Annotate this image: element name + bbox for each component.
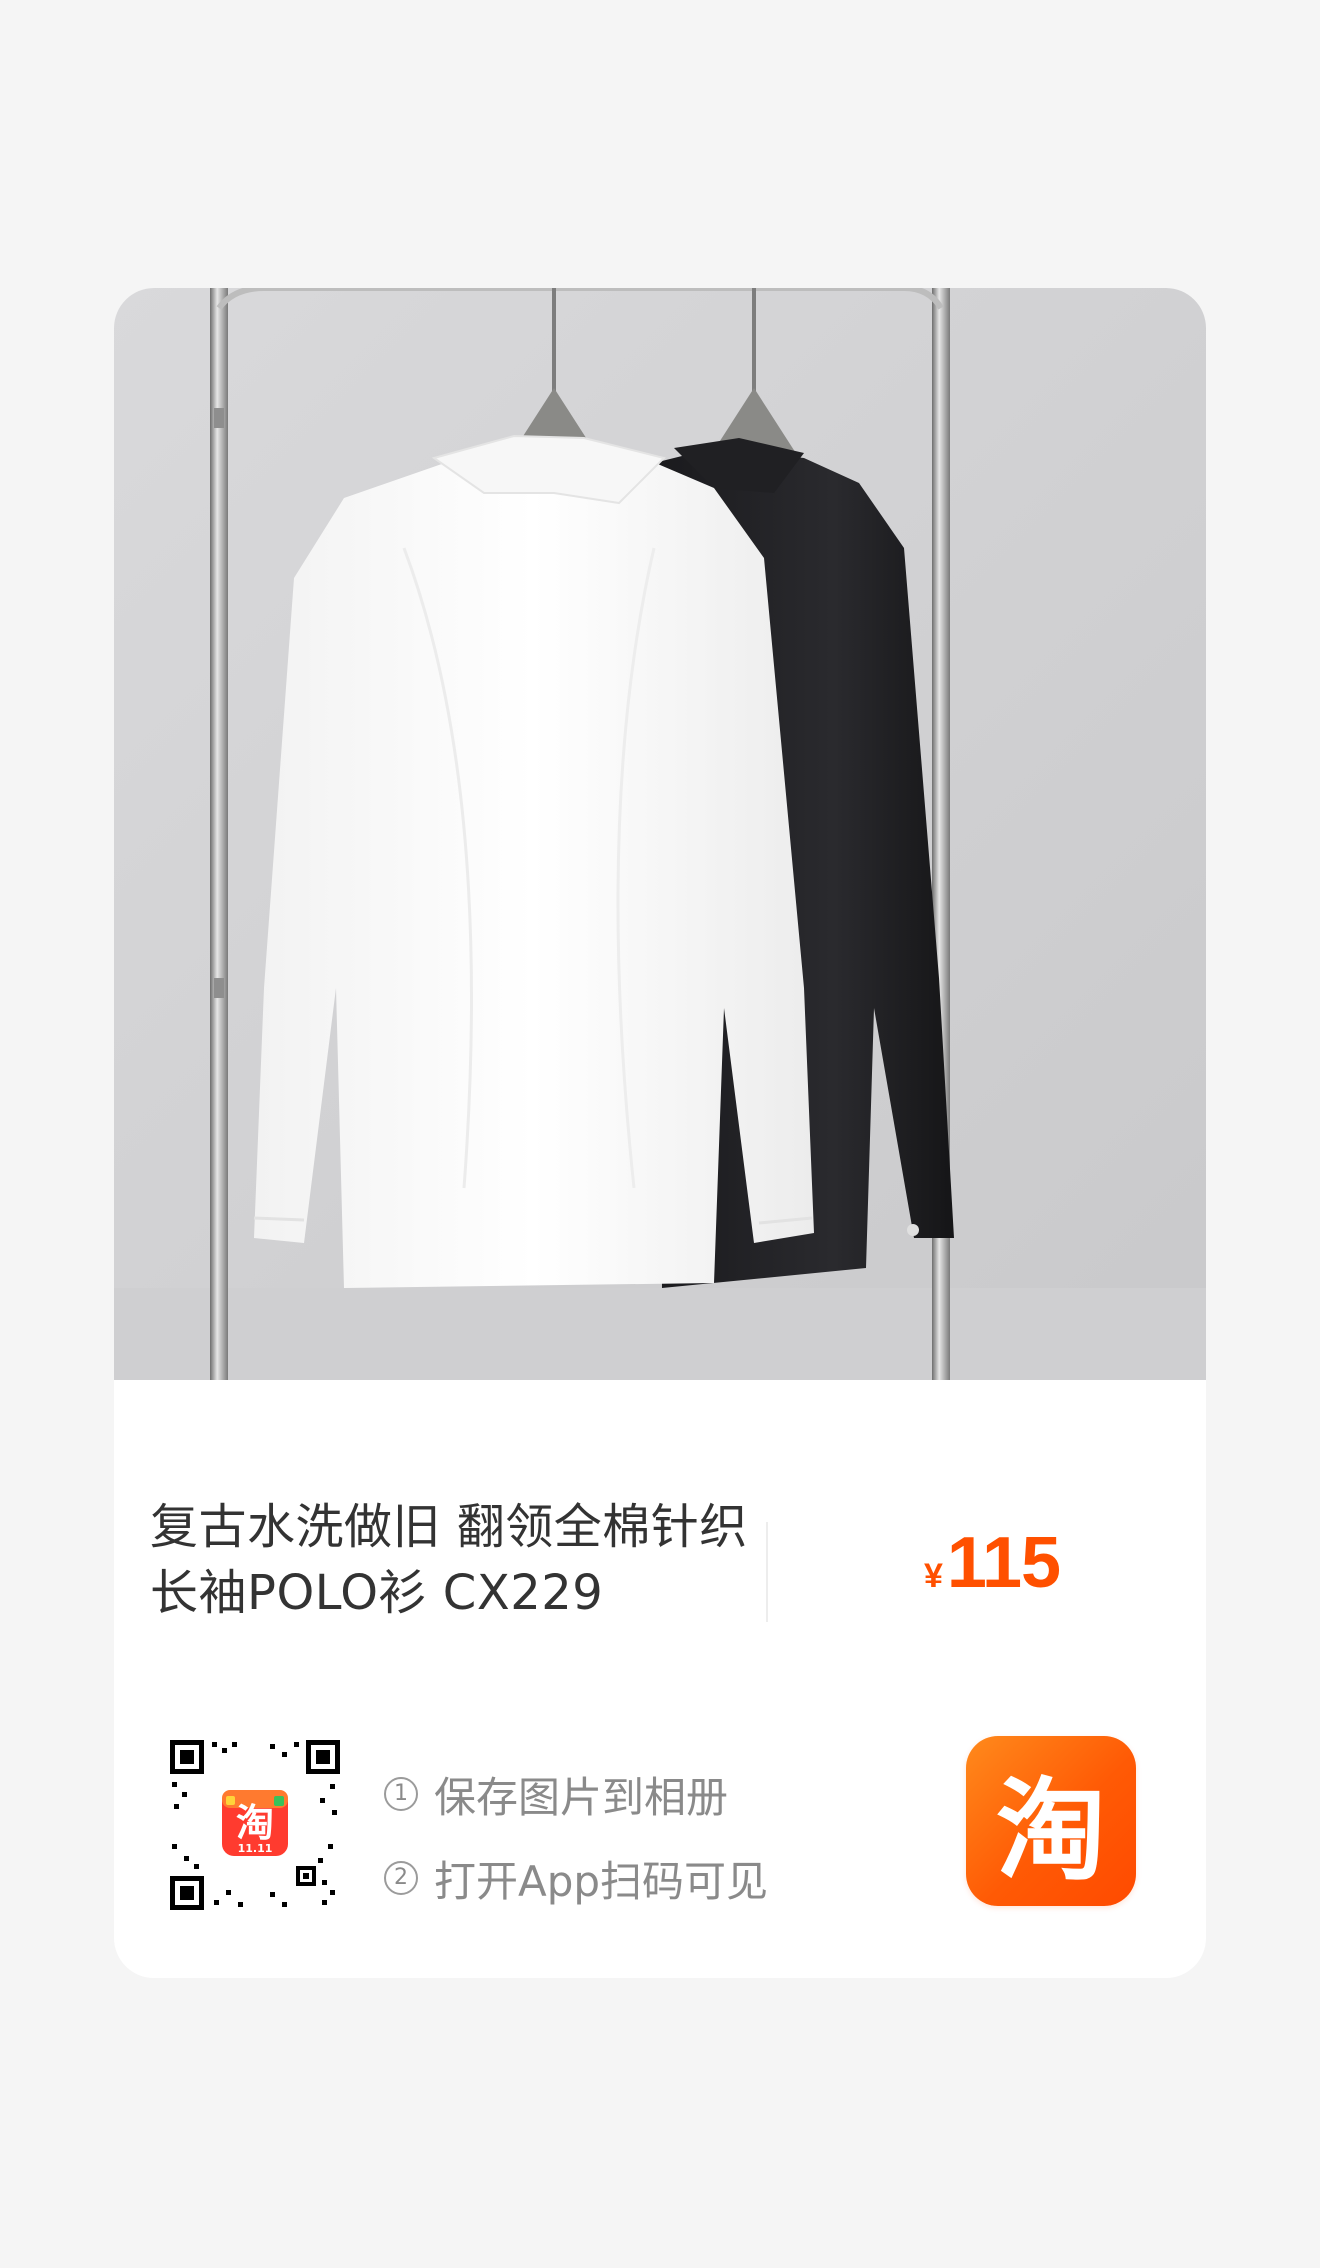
qr-badge-sub: 11.11 [238, 1842, 273, 1855]
app-logo-char: 淘 [996, 1767, 1106, 1895]
product-title[interactable]: 复古水洗做旧 翻领全棉针织长袖POLO衫 CX229 [150, 1494, 760, 1626]
product-photo[interactable] [114, 288, 1206, 1380]
step-number-2: 2 [384, 1861, 418, 1895]
price-amount: 115 [946, 1523, 1061, 1603]
taobao-app-icon[interactable]: 淘 [966, 1736, 1136, 1906]
product-share-card: 复古水洗做旧 翻领全棉针织长袖POLO衫 CX229 ¥ 115 淘 11.11… [114, 288, 1206, 1978]
step-number-1: 1 [384, 1777, 418, 1811]
instruction-label-save: 保存图片到相册 [434, 1772, 729, 1822]
instruction-step-1: 1 保存图片到相册 [384, 1752, 768, 1836]
product-price: ¥ 115 [924, 1522, 1061, 1604]
qr-code[interactable]: 淘 11.11 [170, 1740, 340, 1910]
scan-instructions: 1 保存图片到相册 2 打开App扫码可见 [384, 1752, 768, 1920]
title-price-divider [766, 1522, 768, 1622]
qr-badge-label: 淘 [236, 1801, 274, 1845]
instruction-step-2: 2 打开App扫码可见 [384, 1836, 768, 1920]
price-currency-symbol: ¥ [924, 1557, 943, 1595]
instruction-label-scan: 打开App扫码可见 [434, 1856, 769, 1906]
